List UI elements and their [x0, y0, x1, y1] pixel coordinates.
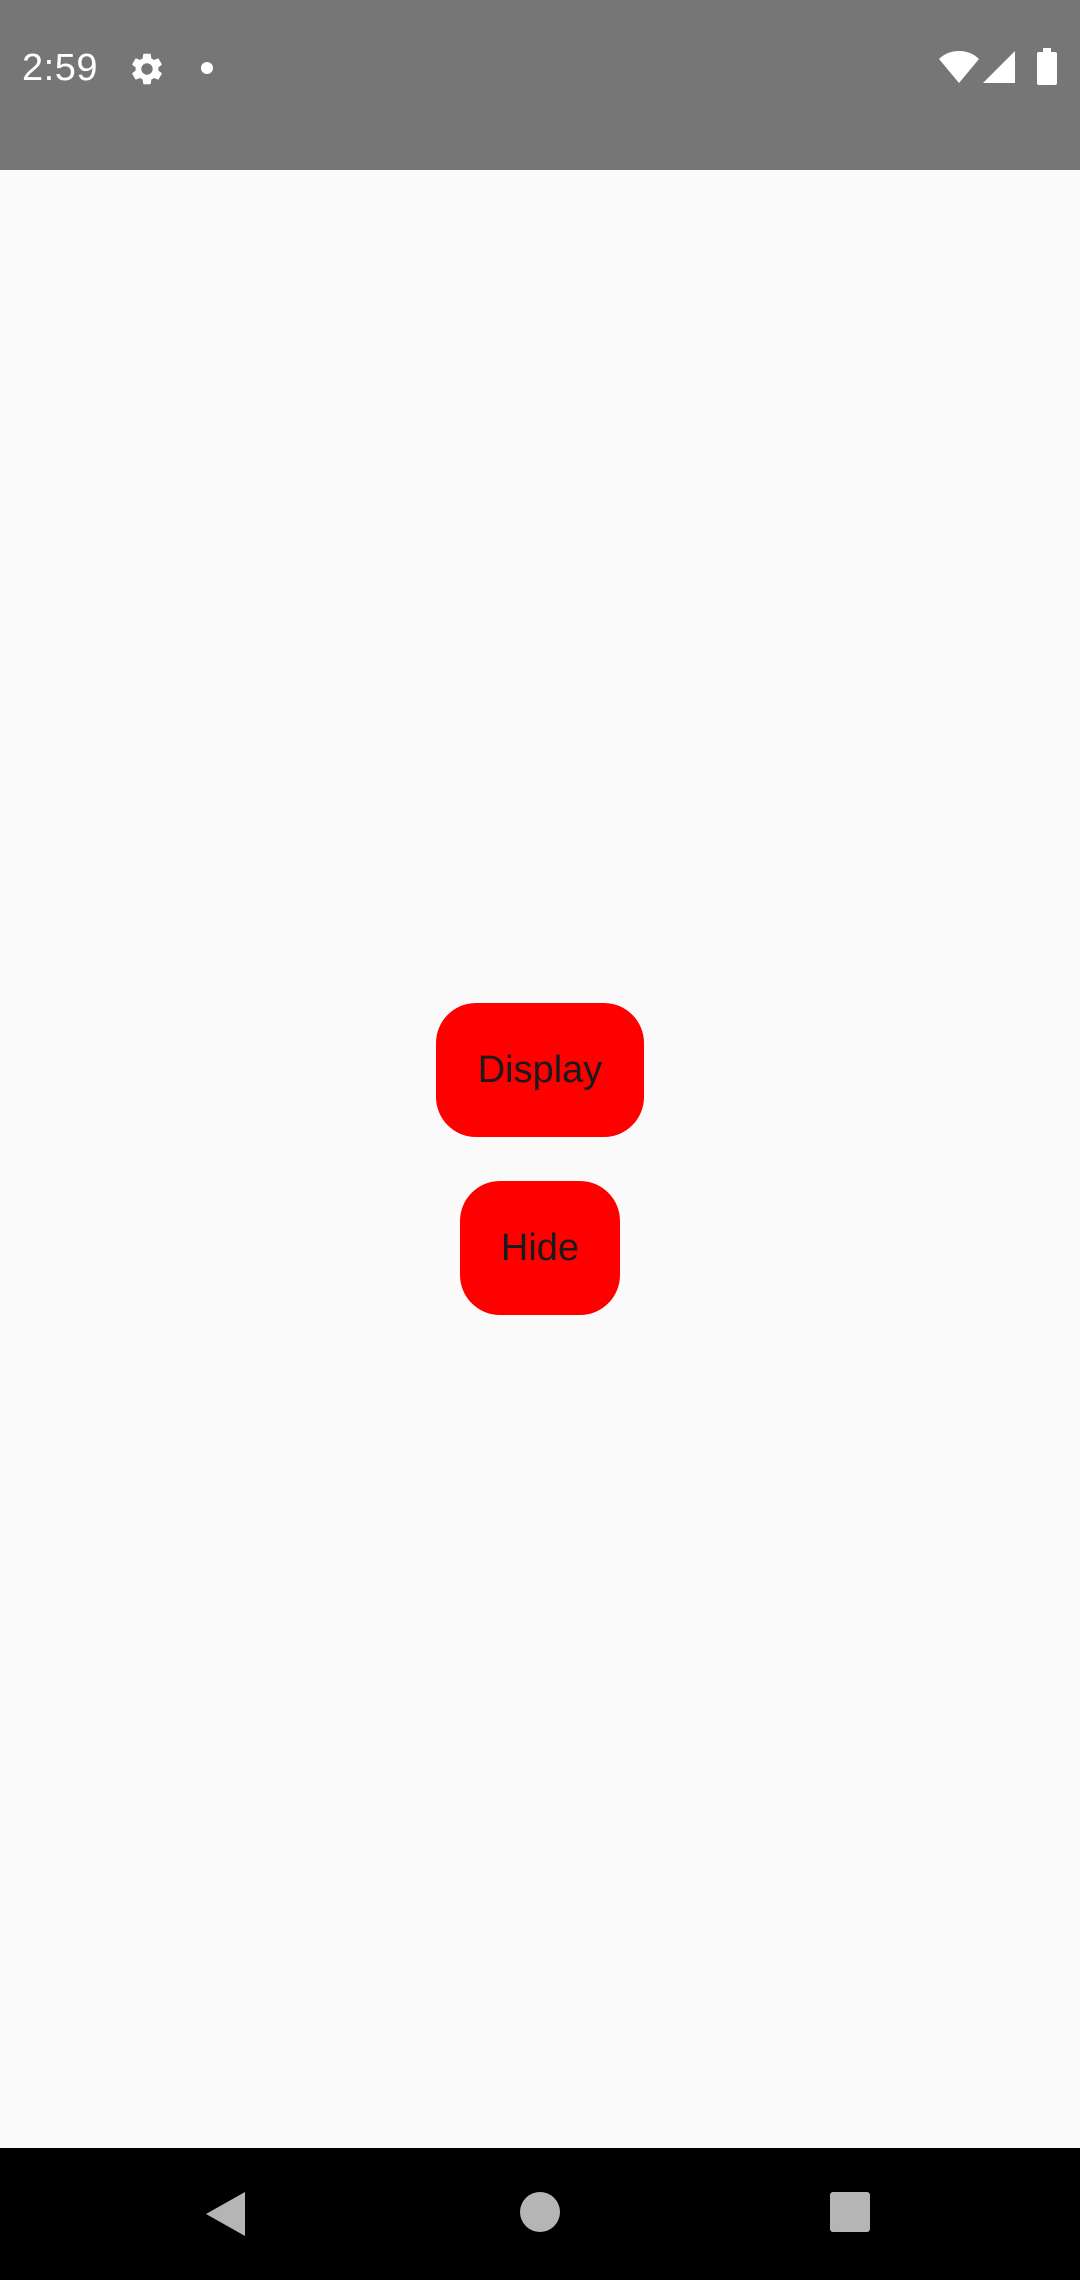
wifi-icon [939, 51, 979, 83]
home-icon[interactable] [518, 2190, 562, 2234]
main-content: Display Hide [0, 170, 1080, 2148]
status-bar: 2:59 [0, 0, 1080, 170]
hide-button[interactable]: Hide [460, 1181, 620, 1315]
navigation-bar [0, 2148, 1080, 2280]
battery-icon [1037, 48, 1057, 85]
status-time: 2:59 [22, 47, 98, 89]
notification-dot-icon [201, 62, 213, 74]
back-icon[interactable] [200, 2188, 250, 2240]
cell-signal-icon [983, 51, 1015, 83]
display-button[interactable]: Display [436, 1003, 644, 1137]
gear-icon [132, 53, 162, 85]
recents-icon[interactable] [830, 2192, 870, 2232]
